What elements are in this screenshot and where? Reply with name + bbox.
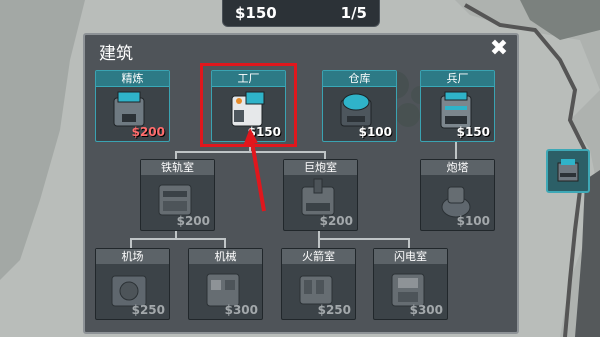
- build-card-rail-room[interactable]: 铁轨室 $200: [140, 159, 215, 231]
- card-price: $150: [456, 125, 490, 139]
- tutorial-highlight: [200, 63, 297, 147]
- card-label: 仓库: [323, 71, 396, 87]
- card-price: $250: [131, 303, 165, 317]
- card-price: $100: [456, 214, 490, 228]
- card-price: $100: [358, 125, 392, 139]
- tree-connector: [408, 238, 410, 248]
- tree-connector: [324, 151, 326, 159]
- card-price: $300: [224, 303, 258, 317]
- tree-connector: [455, 141, 457, 159]
- card-price: $200: [176, 214, 210, 228]
- build-card-barracks[interactable]: 兵厂 $150: [420, 70, 495, 142]
- close-icon[interactable]: ✖: [487, 37, 511, 61]
- card-label: 火箭室: [282, 249, 355, 264]
- card-price: $200: [131, 125, 165, 139]
- card-label: 精炼: [96, 71, 169, 87]
- build-card-rocket-room[interactable]: 火箭室 $250: [281, 248, 356, 320]
- card-price: $300: [409, 303, 443, 317]
- card-price: $250: [317, 303, 351, 317]
- tree-connector: [130, 238, 226, 240]
- building-count: 1/5: [340, 4, 367, 22]
- build-card-mech[interactable]: 机械 $300: [188, 248, 263, 320]
- build-card-storage[interactable]: 仓库 $100: [322, 70, 397, 142]
- tree-connector: [175, 151, 177, 159]
- tree-connector: [318, 238, 410, 240]
- card-label: 巨炮室: [284, 160, 357, 175]
- card-label: 铁轨室: [141, 160, 214, 175]
- build-card-airfield[interactable]: 机场 $250: [95, 248, 170, 320]
- card-price: $200: [319, 214, 353, 228]
- card-label: 闪电室: [374, 249, 447, 264]
- barracks-map-icon[interactable]: [546, 149, 590, 193]
- card-label: 炮塔: [421, 160, 494, 175]
- card-label: 机场: [96, 249, 169, 264]
- tree-connector: [318, 238, 320, 248]
- build-card-refine[interactable]: 精炼 $200: [95, 70, 170, 142]
- card-label: 机械: [189, 249, 262, 264]
- panel-title: 建筑: [99, 44, 133, 64]
- build-card-turret[interactable]: 炮塔 $100: [420, 159, 495, 231]
- barracks-icon: [557, 159, 579, 182]
- tree-connector: [175, 151, 325, 153]
- tree-connector: [130, 238, 132, 248]
- build-card-cannon-room[interactable]: 巨炮室 $200: [283, 159, 358, 231]
- tree-connector: [224, 238, 226, 248]
- build-card-flash-room[interactable]: 闪电室 $300: [373, 248, 448, 320]
- card-label: 兵厂: [421, 71, 494, 87]
- money-counter: $150: [235, 4, 277, 22]
- resource-bar: $150 1/5: [222, 0, 380, 27]
